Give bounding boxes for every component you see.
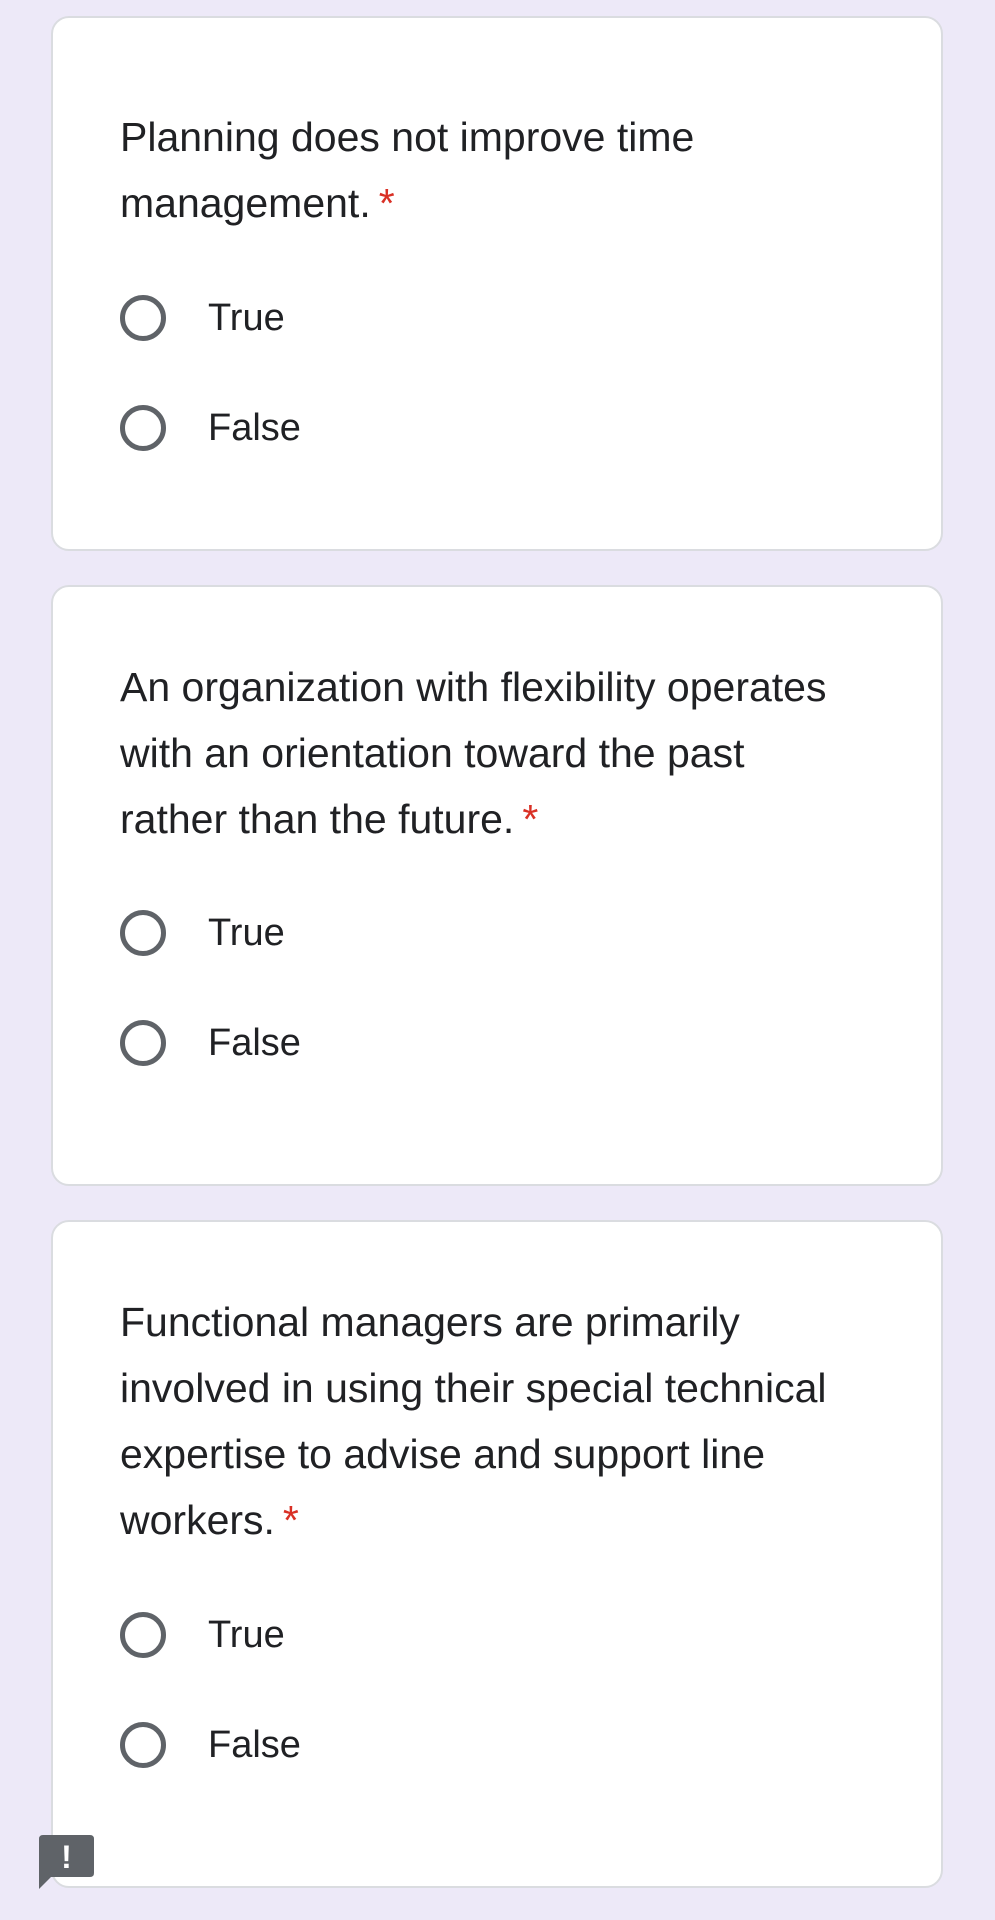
question-title: Planning does not improve time managemen… (120, 104, 861, 236)
radio-button[interactable] (120, 295, 166, 341)
radio-button[interactable] (120, 1020, 166, 1066)
radio-button[interactable] (120, 910, 166, 956)
question-text: Functional managers are primarily involv… (120, 1299, 827, 1543)
required-asterisk: * (522, 796, 539, 842)
radio-option-true[interactable]: True (120, 288, 285, 348)
option-label: True (208, 911, 285, 954)
radio-button[interactable] (120, 1612, 166, 1658)
question-card-3: Functional managers are primarily involv… (51, 1220, 943, 1888)
radio-button[interactable] (120, 1722, 166, 1768)
required-asterisk: * (282, 1497, 299, 1543)
radio-button[interactable] (120, 405, 166, 451)
question-text: Planning does not improve time managemen… (120, 114, 695, 226)
option-label: True (208, 1613, 285, 1656)
option-label: False (208, 406, 301, 449)
question-card-1: Planning does not improve time managemen… (51, 16, 943, 551)
option-label: False (208, 1723, 301, 1766)
radio-option-true[interactable]: True (120, 903, 285, 963)
question-title: An organization with flexibility operate… (120, 654, 861, 852)
question-card-2: An organization with flexibility operate… (51, 585, 943, 1186)
radio-option-false[interactable]: False (120, 398, 301, 458)
radio-option-false[interactable]: False (120, 1715, 301, 1775)
report-problem-button[interactable]: ! (39, 1835, 94, 1889)
option-label: False (208, 1021, 301, 1064)
radio-option-false[interactable]: False (120, 1013, 301, 1073)
exclamation-glyph: ! (61, 1839, 72, 1875)
required-asterisk: * (378, 180, 395, 226)
question-title: Functional managers are primarily involv… (120, 1289, 861, 1553)
option-label: True (208, 296, 285, 339)
exclamation-icon: ! (39, 1835, 94, 1889)
radio-option-true[interactable]: True (120, 1605, 285, 1665)
question-text: An organization with flexibility operate… (120, 664, 827, 842)
